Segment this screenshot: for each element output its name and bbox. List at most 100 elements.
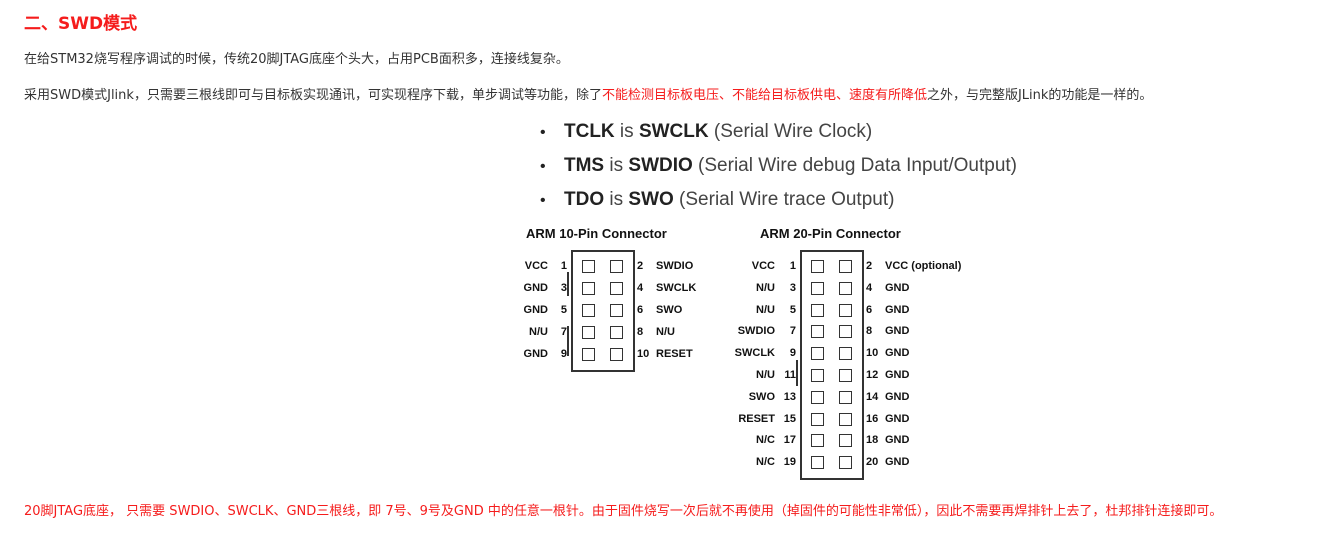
pin-label-left: GND [523, 282, 548, 294]
pin-square [839, 260, 852, 273]
pin-label-right: GND [885, 281, 910, 294]
key-notch [567, 326, 569, 356]
pin-label-left: VCC [751, 260, 775, 272]
pin-square [839, 390, 852, 404]
pin-square [811, 325, 824, 339]
pin-square [610, 260, 623, 273]
pin-square [811, 434, 824, 448]
pin-number-right: 6 [866, 303, 873, 316]
pin-number-left: 19 [783, 456, 796, 469]
pin-number-left: 3 [789, 281, 796, 294]
pin-square [839, 281, 852, 295]
key-notch [567, 272, 569, 296]
pin-label-right: GND [885, 390, 910, 403]
pin-square [811, 456, 824, 470]
pin-square [839, 412, 852, 426]
pin-label-left: N/U [756, 369, 775, 381]
pin-label-right: GND [885, 369, 910, 381]
pin-label-left: RESET [738, 412, 775, 425]
list-item: TCLK is SWCLK (Serial Wire Clock) [540, 118, 1017, 152]
pin-label-left: GND [523, 348, 548, 360]
pin-square [839, 456, 852, 470]
pin-square [610, 326, 623, 339]
pin-number-left: 5 [789, 303, 796, 316]
pin-label-right: GND [885, 325, 910, 338]
pin-square [811, 260, 824, 273]
pin-label-right: GND [885, 412, 910, 425]
pin-label-right: N/U [656, 326, 675, 338]
signal-mapping-list: TCLK is SWCLK (Serial Wire Clock) TMS is… [540, 118, 1017, 220]
pin-square [582, 260, 595, 273]
pin-square [811, 369, 824, 382]
pin-label-left: N/C [756, 434, 775, 447]
pin-label-left: VCC [524, 260, 548, 272]
pin-square [582, 348, 595, 361]
list-item: TDO is SWO (Serial Wire trace Output) [540, 186, 1017, 220]
conn10-housing [571, 250, 635, 372]
pin-number-right: 12 [866, 369, 879, 381]
pin-label-left: GND [523, 304, 548, 316]
pin-square [811, 303, 824, 317]
pin-square [811, 347, 824, 361]
pin-number-left: 13 [783, 390, 796, 403]
pin-label-left: N/U [756, 303, 775, 316]
conn20-housing [800, 250, 864, 480]
pin-label-right: GND [885, 347, 910, 360]
key-notch [796, 360, 798, 386]
para2-text-after: 之外，与完整版JLink的功能是一样的。 [926, 88, 1153, 103]
pin-number-left: 9 [789, 347, 796, 360]
pin-square [811, 281, 824, 295]
paragraph-conclusion: 20脚JTAG底座， 只需要 SWDIO、SWCLK、GND三根线，即 7号、9… [24, 504, 1223, 519]
pin-number-left: 15 [783, 412, 796, 425]
pin-number-left: 11 [784, 369, 796, 381]
pin-number-left: 1 [560, 260, 567, 272]
pin-square [839, 303, 852, 317]
pin-label-right: VCC (optional) [885, 260, 962, 272]
pin-square [582, 282, 595, 295]
pin-square [811, 412, 824, 426]
connector-10pin-title: ARM 10-Pin Connector [526, 226, 667, 241]
pin-square [582, 326, 595, 339]
pin-square [610, 282, 623, 295]
section-heading: 二、SWD模式 [24, 14, 138, 34]
pin-number-left: 7 [789, 325, 796, 338]
pin-number-right: 18 [866, 434, 879, 447]
pin-number-right: 20 [866, 456, 879, 469]
pin-label-left: N/C [756, 456, 775, 469]
pin-number-right: 16 [866, 412, 879, 425]
para2-red-highlight: 不能检测目标板电压、不能给目标板供电、速度有所降低 [601, 88, 927, 103]
pin-number-right: 4 [866, 281, 873, 294]
pin-label-right: GND [885, 303, 910, 316]
pin-number-left: 1 [789, 260, 796, 272]
paragraph-jtag-intro: 在给STM32烧写程序调试的时候，传统20脚JTAG底座个头大，占用PCB面积多… [24, 52, 569, 67]
pin-number-left: 17 [783, 434, 796, 447]
pin-square [610, 304, 623, 317]
connector-pinout-figure: ARM 10-Pin Connector ARM 20-Pin Connecto… [515, 222, 985, 482]
connector-20pin-title: ARM 20-Pin Connector [760, 226, 901, 241]
pin-number-right: 10 [637, 348, 650, 360]
pin-number-right: 8 [637, 326, 644, 338]
pin-label-right: RESET [656, 348, 693, 360]
pin-square [811, 390, 824, 404]
pin-number-right: 4 [637, 282, 644, 294]
pin-square [610, 348, 623, 361]
pin-label-right: GND [885, 434, 910, 447]
para2-text-before: 采用SWD模式Jlink，只需要三根线即可与目标板实现通讯，可实现程序下载，单步… [24, 88, 602, 103]
pin-square [582, 304, 595, 317]
pin-number-right: 2 [866, 260, 873, 272]
pin-label-left: N/U [756, 281, 775, 294]
pin-square [839, 347, 852, 361]
pin-number-right: 2 [637, 260, 644, 272]
pin-label-left: SWCLK [734, 347, 775, 360]
pin-square [839, 325, 852, 339]
list-item: TMS is SWDIO (Serial Wire debug Data Inp… [540, 152, 1017, 186]
pin-number-left: 5 [560, 304, 567, 316]
pin-number-right: 6 [637, 304, 644, 316]
pin-label-left: SWDIO [737, 325, 775, 338]
paragraph-swd-intro: 采用SWD模式Jlink，只需要三根线即可与目标板实现通讯，可实现程序下载，单步… [24, 84, 1152, 103]
pin-square [839, 369, 852, 382]
pin-number-right: 10 [866, 347, 879, 360]
pin-square [839, 434, 852, 448]
pin-label-right: SWCLK [656, 282, 697, 294]
pin-number-right: 14 [866, 390, 879, 403]
